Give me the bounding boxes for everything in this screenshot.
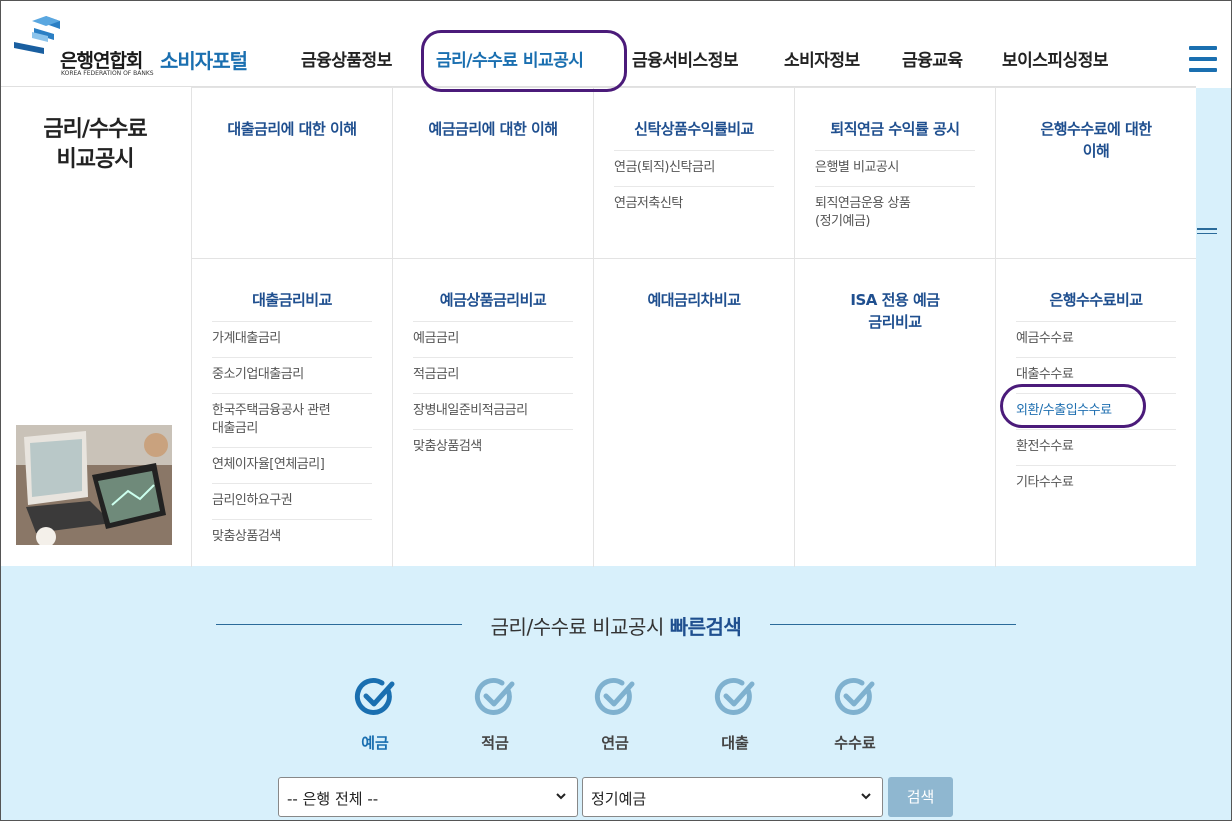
menu-item-sme-loan[interactable]: 중소기업대출금리 xyxy=(212,357,372,393)
category-fee[interactable]: 수수료 xyxy=(825,676,885,753)
menu-col-deposit-rate-compare: 예금상품금리비교 예금금리 적금금리 장병내일준비적금금리 맞춤상품검색 xyxy=(392,258,593,567)
menu-item-household-loan[interactable]: 가계대출금리 xyxy=(212,321,372,357)
nav-voice-phishing[interactable]: 보이스피싱정보 xyxy=(1002,46,1108,71)
menu-item-housing-finance-loan[interactable]: 한국주택금융공사 관련 대출금리 xyxy=(212,393,372,447)
menu-link-isa-deposit[interactable]: ISA 전용 예금 금리비교 xyxy=(795,289,995,333)
menu-link-deposit-rate-compare[interactable]: 예금상품금리비교 xyxy=(393,289,593,311)
menu-col-loan-rate-compare: 대출금리비교 가계대출금리 중소기업대출금리 한국주택금융공사 관련 대출금리 … xyxy=(191,258,392,567)
menu-link-retirement-pension[interactable]: 퇴직연금 수익률 공시 xyxy=(795,118,995,140)
mega-menu-title: 금리/수수료 비교공시 xyxy=(0,115,190,175)
check-circle-icon xyxy=(714,677,755,715)
menu-col-loan-rate-understanding: 대출금리에 대한 이해 xyxy=(191,87,392,258)
portal-name: 소비자포털 xyxy=(160,49,248,73)
trust-sub-list: 연금(퇴직)신탁금리 연금저축신탁 xyxy=(614,150,774,222)
check-circle-icon xyxy=(834,677,875,715)
menu-link-trust-return[interactable]: 신탁상품수익률비교 xyxy=(594,118,794,140)
logo-text: 은행연합회 xyxy=(60,50,143,72)
loan-sub-list: 가계대출금리 중소기업대출금리 한국주택금융공사 관련 대출금리 연체이자율[연… xyxy=(212,321,372,555)
nav-financial-products[interactable]: 금융상품정보 xyxy=(301,46,392,71)
menu-col-retirement-pension: 퇴직연금 수익률 공시 은행별 비교공시 퇴직연금운용 상품 (정기예금) xyxy=(794,87,995,258)
chevron-down-icon xyxy=(556,793,566,800)
deposit-sub-list: 예금금리 적금금리 장병내일준비적금금리 맞춤상품검색 xyxy=(413,321,573,465)
category-label: 연금 xyxy=(601,734,629,752)
quick-search-title-prefix: 금리/수수료 비교공시 xyxy=(490,615,665,639)
hamburger-icon[interactable] xyxy=(1189,46,1217,72)
menu-col-bank-fee-understanding: 은행수수료에 대한 이해 xyxy=(995,87,1196,258)
menu-item-loan-custom-search[interactable]: 맞춤상품검색 xyxy=(212,519,372,555)
menu-link-loan-rate-understanding[interactable]: 대출금리에 대한 이해 xyxy=(192,118,392,140)
menu-item-pension-savings-trust[interactable]: 연금저축신탁 xyxy=(614,186,774,222)
retirement-sub-list: 은행별 비교공시 퇴직연금운용 상품 (정기예금) xyxy=(815,150,975,240)
menu-item-overdue-rate[interactable]: 연체이자율[연체금리] xyxy=(212,447,372,483)
quick-search-title-bold: 빠른검색 xyxy=(669,615,742,639)
nav-financial-services[interactable]: 금융서비스정보 xyxy=(632,46,738,71)
laptop-tablet-photo xyxy=(16,425,172,545)
menu-col-isa-deposit: ISA 전용 예금 금리비교 xyxy=(794,258,995,567)
category-loan[interactable]: 대출 xyxy=(705,676,765,753)
menu-item-bank-comparison[interactable]: 은행별 비교공시 xyxy=(815,150,975,186)
menu-link-deposit-rate-understanding[interactable]: 예금금리에 대한 이해 xyxy=(393,118,593,140)
menu-item-deposit-custom-search[interactable]: 맞춤상품검색 xyxy=(413,429,573,465)
check-circle-icon xyxy=(474,677,515,715)
menu-link-deposit-loan-spread[interactable]: 예대금리차비교 xyxy=(594,289,794,311)
logo-subtext: KOREA FEDERATION OF BANKS xyxy=(61,70,154,77)
side-tab-icon[interactable] xyxy=(1197,228,1217,234)
category-pension[interactable]: 연금 xyxy=(585,676,645,753)
product-select-value: 정기예금 xyxy=(591,790,647,808)
menu-link-loan-rate-compare[interactable]: 대출금리비교 xyxy=(192,289,392,311)
nav-financial-education[interactable]: 금융교육 xyxy=(902,46,963,71)
menu-item-exchange-fee[interactable]: 환전수수료 xyxy=(1016,429,1176,465)
search-button[interactable]: 검색 xyxy=(888,777,953,817)
bank-select[interactable]: -- 은행 전체 -- xyxy=(278,777,578,817)
menu-item-pension-trust-rate[interactable]: 연금(퇴직)신탁금리 xyxy=(614,150,774,186)
category-label: 대출 xyxy=(721,734,749,752)
menu-col-deposit-rate-understanding: 예금금리에 대한 이해 xyxy=(392,87,593,258)
nav-consumer-info[interactable]: 소비자정보 xyxy=(784,46,860,71)
category-label: 예금 xyxy=(361,734,389,752)
category-label: 수수료 xyxy=(834,734,876,752)
menu-item-deposit-rate[interactable]: 예금금리 xyxy=(413,321,573,357)
bank-select-value: -- 은행 전체 -- xyxy=(287,790,379,808)
highlight-ring-fx-fee xyxy=(1000,384,1146,428)
menu-col-deposit-loan-spread: 예대금리차비교 xyxy=(593,258,794,567)
highlight-ring-nav xyxy=(421,30,627,92)
site-logo[interactable]: 은행연합회 KOREA FEDERATION OF BANKS 소비자포털 xyxy=(14,16,264,78)
category-savings[interactable]: 적금 xyxy=(465,676,525,753)
menu-item-savings-rate[interactable]: 적금금리 xyxy=(413,357,573,393)
chevron-down-icon xyxy=(861,793,871,800)
mega-menu: 금리/수수료 비교공시 대출금리에 대한 이해 예금금리에 대한 이해 신탁상품… xyxy=(0,86,1196,567)
category-deposit[interactable]: 예금 xyxy=(345,676,405,753)
menu-col-trust-return: 신탁상품수익률비교 연금(퇴직)신탁금리 연금저축신탁 xyxy=(593,87,794,258)
check-circle-icon xyxy=(354,677,395,715)
menu-item-deposit-fee[interactable]: 예금수수료 xyxy=(1016,321,1176,357)
menu-item-other-fee[interactable]: 기타수수료 xyxy=(1016,465,1176,501)
menu-item-rate-cut-request[interactable]: 금리인하요구권 xyxy=(212,483,372,519)
menu-item-soldier-savings-rate[interactable]: 장병내일준비적금금리 xyxy=(413,393,573,429)
product-select[interactable]: 정기예금 xyxy=(582,777,883,817)
check-circle-icon xyxy=(594,677,635,715)
menu-link-bank-fee-understanding[interactable]: 은행수수료에 대한 이해 xyxy=(996,118,1196,162)
quick-search-title: 금리/수수료 비교공시 빠른검색 xyxy=(0,611,1232,640)
mega-menu-title-text: 금리/수수료 비교공시 xyxy=(43,117,147,172)
menu-link-bank-fee-compare[interactable]: 은행수수료비교 xyxy=(996,289,1196,311)
menu-item-pension-product[interactable]: 퇴직연금운용 상품 (정기예금) xyxy=(815,186,975,240)
category-label: 적금 xyxy=(481,734,509,752)
